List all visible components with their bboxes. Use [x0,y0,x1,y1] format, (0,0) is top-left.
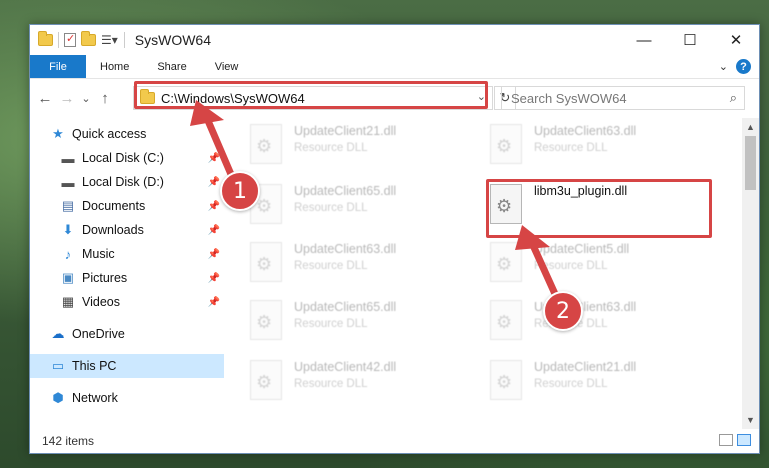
annotation-arrows [190,100,564,309]
step-2-badge: 2 [543,291,583,331]
step-1-badge: 1 [220,171,260,211]
